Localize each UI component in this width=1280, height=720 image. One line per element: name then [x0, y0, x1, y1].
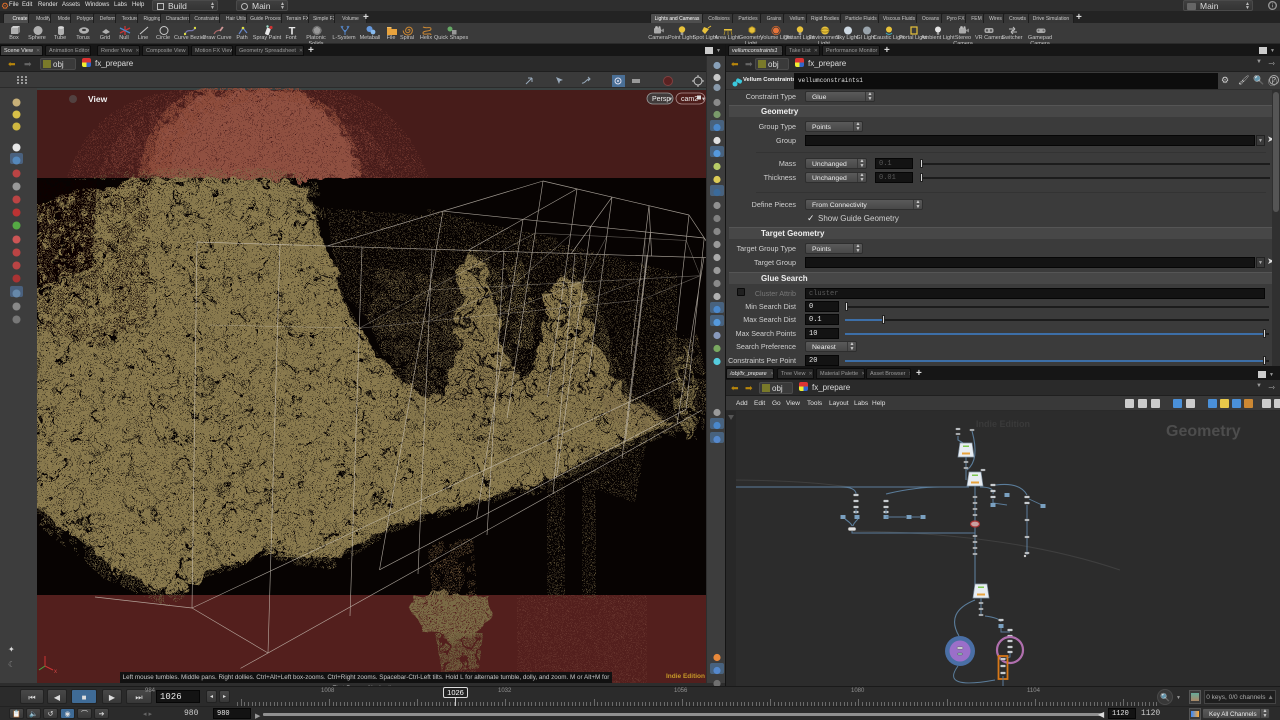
svg-text:Geometry: Geometry [1166, 423, 1241, 440]
svg-text:Indie Edition: Indie Edition [976, 419, 1030, 429]
svg-text:▼: ▼ [668, 97, 673, 103]
svg-text:▼: ▼ [701, 97, 706, 103]
svg-text:x: x [54, 669, 57, 675]
svg-text:View: View [88, 94, 108, 104]
svg-text:T: T [288, 26, 295, 37]
svg-text:cam2: cam2 [681, 96, 698, 103]
